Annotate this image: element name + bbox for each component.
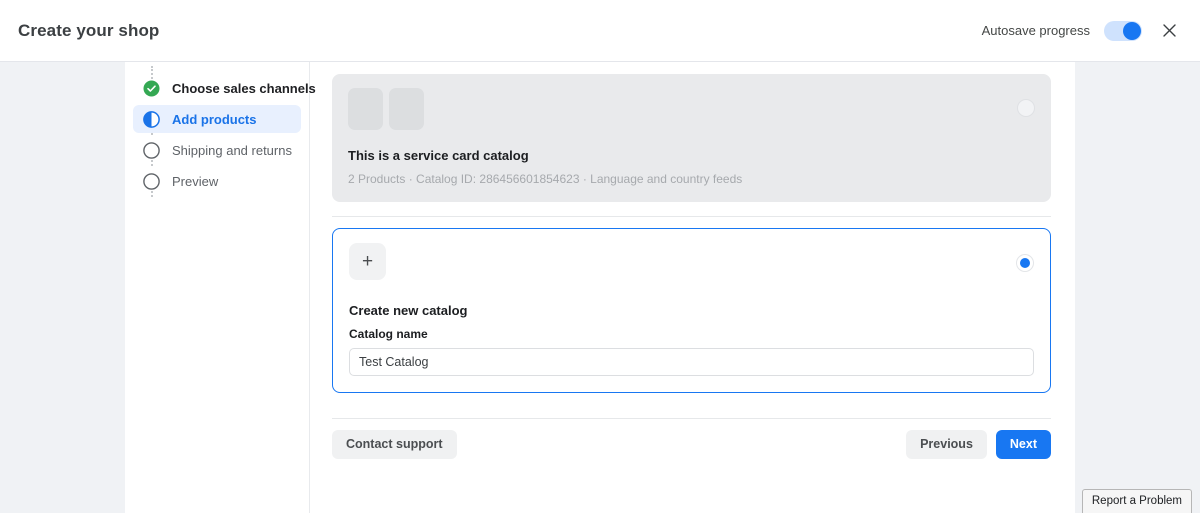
catalog-option-new[interactable]: + Create new catalog Catalog name <box>332 228 1051 393</box>
radio-unselected-icon[interactable] <box>1017 99 1035 117</box>
page-title: Create your shop <box>18 21 159 41</box>
sidebar-item-add-products[interactable]: Add products <box>133 105 301 133</box>
header-controls: Autosave progress <box>982 18 1182 44</box>
catalog-subtitle: 2 Products · Catalog ID: 286456601854623… <box>348 172 1035 186</box>
catalog-title: This is a service card catalog <box>348 148 1035 163</box>
sidebar-item-preview[interactable]: Preview <box>133 167 301 195</box>
thumbnail-placeholder <box>348 88 383 130</box>
sidebar-item-label: Add products <box>172 112 257 127</box>
footer-actions: Contact support Previous Next <box>332 430 1051 459</box>
catalog-name-input[interactable] <box>349 348 1034 376</box>
check-circle-icon <box>143 80 160 97</box>
catalog-name-label: Catalog name <box>349 327 1034 341</box>
autosave-label: Autosave progress <box>982 23 1090 38</box>
nav-buttons: Previous Next <box>906 430 1051 459</box>
sidebar-item-label: Choose sales channels <box>172 81 316 96</box>
empty-circle-icon <box>143 142 160 159</box>
thumbnail-placeholder <box>389 88 424 130</box>
sidebar-item-choose-sales-channels[interactable]: Choose sales channels <box>133 74 301 102</box>
sidebar: Choose sales channels Add products <box>125 62 310 513</box>
section-divider <box>332 216 1051 217</box>
catalog-thumbnails <box>348 88 1035 130</box>
main-content: This is a service card catalog 2 Product… <box>310 62 1075 513</box>
new-catalog-title: Create new catalog <box>349 303 1034 318</box>
radio-selected-icon[interactable] <box>1016 254 1034 272</box>
close-button[interactable] <box>1156 18 1182 44</box>
autosave-toggle[interactable] <box>1104 21 1142 41</box>
sidebar-item-label: Shipping and returns <box>172 143 292 158</box>
contact-support-button[interactable]: Contact support <box>332 430 457 459</box>
sidebar-item-shipping-and-returns[interactable]: Shipping and returns <box>133 136 301 164</box>
report-a-problem-button[interactable]: Report a Problem <box>1082 489 1192 513</box>
catalog-option-existing[interactable]: This is a service card catalog 2 Product… <box>332 74 1051 202</box>
close-icon <box>1161 22 1178 39</box>
app-header: Create your shop Autosave progress <box>0 0 1200 62</box>
step-list: Choose sales channels Add products <box>125 74 309 195</box>
footer-divider <box>332 418 1051 419</box>
previous-button[interactable]: Previous <box>906 430 987 459</box>
app-window: Create your shop Autosave progress <box>0 0 1200 513</box>
toggle-knob <box>1123 22 1141 40</box>
half-circle-icon <box>143 111 160 128</box>
content-panel: Choose sales channels Add products <box>125 62 1075 513</box>
next-button[interactable]: Next <box>996 430 1051 459</box>
sidebar-item-label: Preview <box>172 174 218 189</box>
empty-circle-icon <box>143 173 160 190</box>
plus-icon: + <box>349 243 386 280</box>
